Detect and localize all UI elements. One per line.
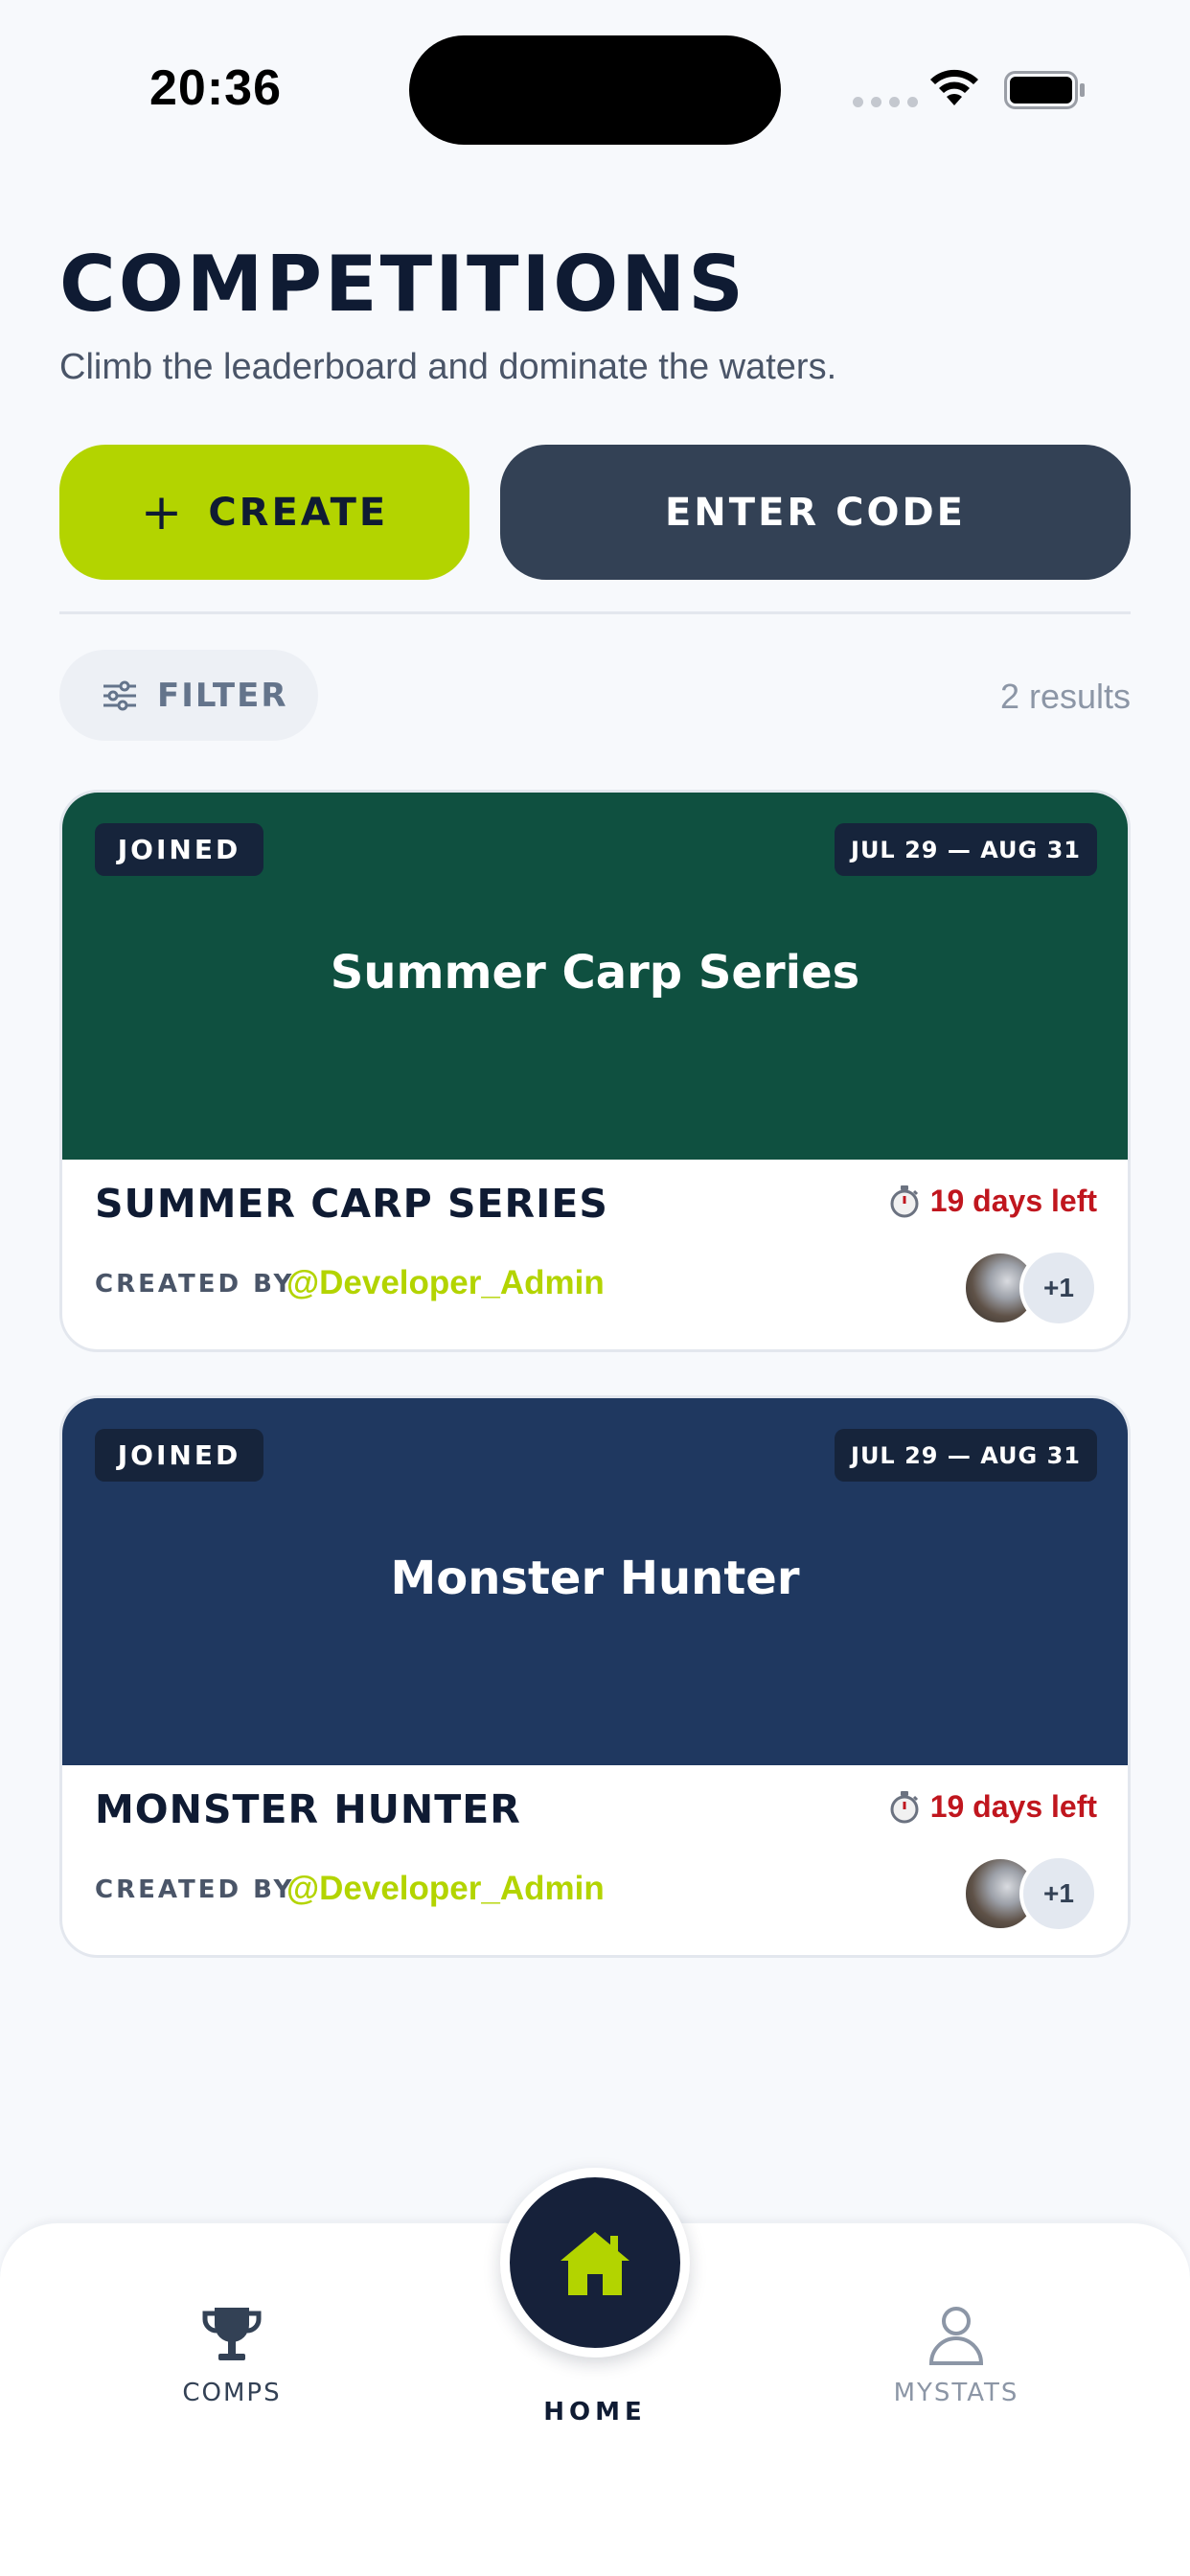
nav-mystats-label: MYSTATS: [893, 2379, 1019, 2407]
stopwatch-icon: [890, 1184, 919, 1217]
time-left: 19 days left: [888, 1789, 1097, 1825]
home-icon: [561, 2232, 629, 2295]
wifi-icon: [930, 69, 978, 105]
create-button-label: CREATE: [208, 490, 389, 535]
date-range-badge: JUL 29 — AUG 31: [835, 1429, 1097, 1482]
battery-icon: [1004, 71, 1085, 109]
time-left-text: 19 days left: [929, 1184, 1097, 1218]
competition-card[interactable]: JOINED JUL 29 — AUG 31 Summer Carp Serie…: [59, 790, 1131, 1352]
enter-code-label: ENTER CODE: [664, 490, 967, 535]
enter-code-button[interactable]: ENTER CODE: [500, 445, 1131, 580]
joined-badge: JOINED: [95, 1429, 263, 1482]
cellular-signal-icon: [853, 97, 918, 107]
created-by-label: CREATED BY: [95, 1270, 295, 1299]
banner-title: Summer Carp Series: [330, 946, 860, 1000]
divider: [59, 611, 1131, 614]
stopwatch-icon: [890, 1790, 919, 1823]
page-title: COMPETITIONS: [59, 240, 746, 329]
filter-button[interactable]: FILTER: [59, 650, 318, 741]
competition-card[interactable]: JOINED JUL 29 — AUG 31 Monster Hunter MO…: [59, 1395, 1131, 1958]
status-bar: 20:36: [0, 0, 1190, 153]
sliders-icon: [103, 680, 136, 710]
user-icon: [928, 2307, 984, 2365]
banner-title: Monster Hunter: [390, 1552, 800, 1605]
competition-banner: JOINED JUL 29 — AUG 31 Monster Hunter: [62, 1398, 1128, 1765]
trophy-icon: [202, 2308, 262, 2360]
nav-comps-label: COMPS: [182, 2379, 282, 2407]
dynamic-island: [409, 35, 781, 145]
plus-icon: +: [140, 483, 186, 541]
home-button[interactable]: [500, 2168, 690, 2358]
creator-username[interactable]: @Developer_Admin: [286, 1264, 605, 1302]
created-by-label: CREATED BY: [95, 1875, 295, 1904]
create-competition-button[interactable]: + CREATE: [59, 445, 469, 580]
time-left-text: 19 days left: [929, 1789, 1097, 1824]
nav-comps[interactable]: COMPS: [117, 2302, 347, 2407]
more-participants-badge: +1: [1019, 1854, 1098, 1933]
competition-name: MONSTER HUNTER: [95, 1786, 521, 1832]
creator-username[interactable]: @Developer_Admin: [286, 1870, 605, 1908]
results-count: 2 results: [999, 677, 1131, 716]
nav-mystats[interactable]: MYSTATS: [841, 2302, 1071, 2407]
joined-badge: JOINED: [95, 823, 263, 876]
time-left: 19 days left: [888, 1184, 1097, 1219]
competition-name: SUMMER CARP SERIES: [95, 1181, 608, 1227]
filter-label: FILTER: [157, 676, 288, 715]
competition-banner: JOINED JUL 29 — AUG 31 Summer Carp Serie…: [62, 793, 1128, 1160]
nav-home-label: HOME: [543, 2398, 647, 2426]
more-participants-badge: +1: [1019, 1249, 1098, 1327]
page-subtitle: Climb the leaderboard and dominate the w…: [59, 347, 837, 387]
status-time: 20:36: [149, 60, 282, 116]
date-range-badge: JUL 29 — AUG 31: [835, 823, 1097, 876]
